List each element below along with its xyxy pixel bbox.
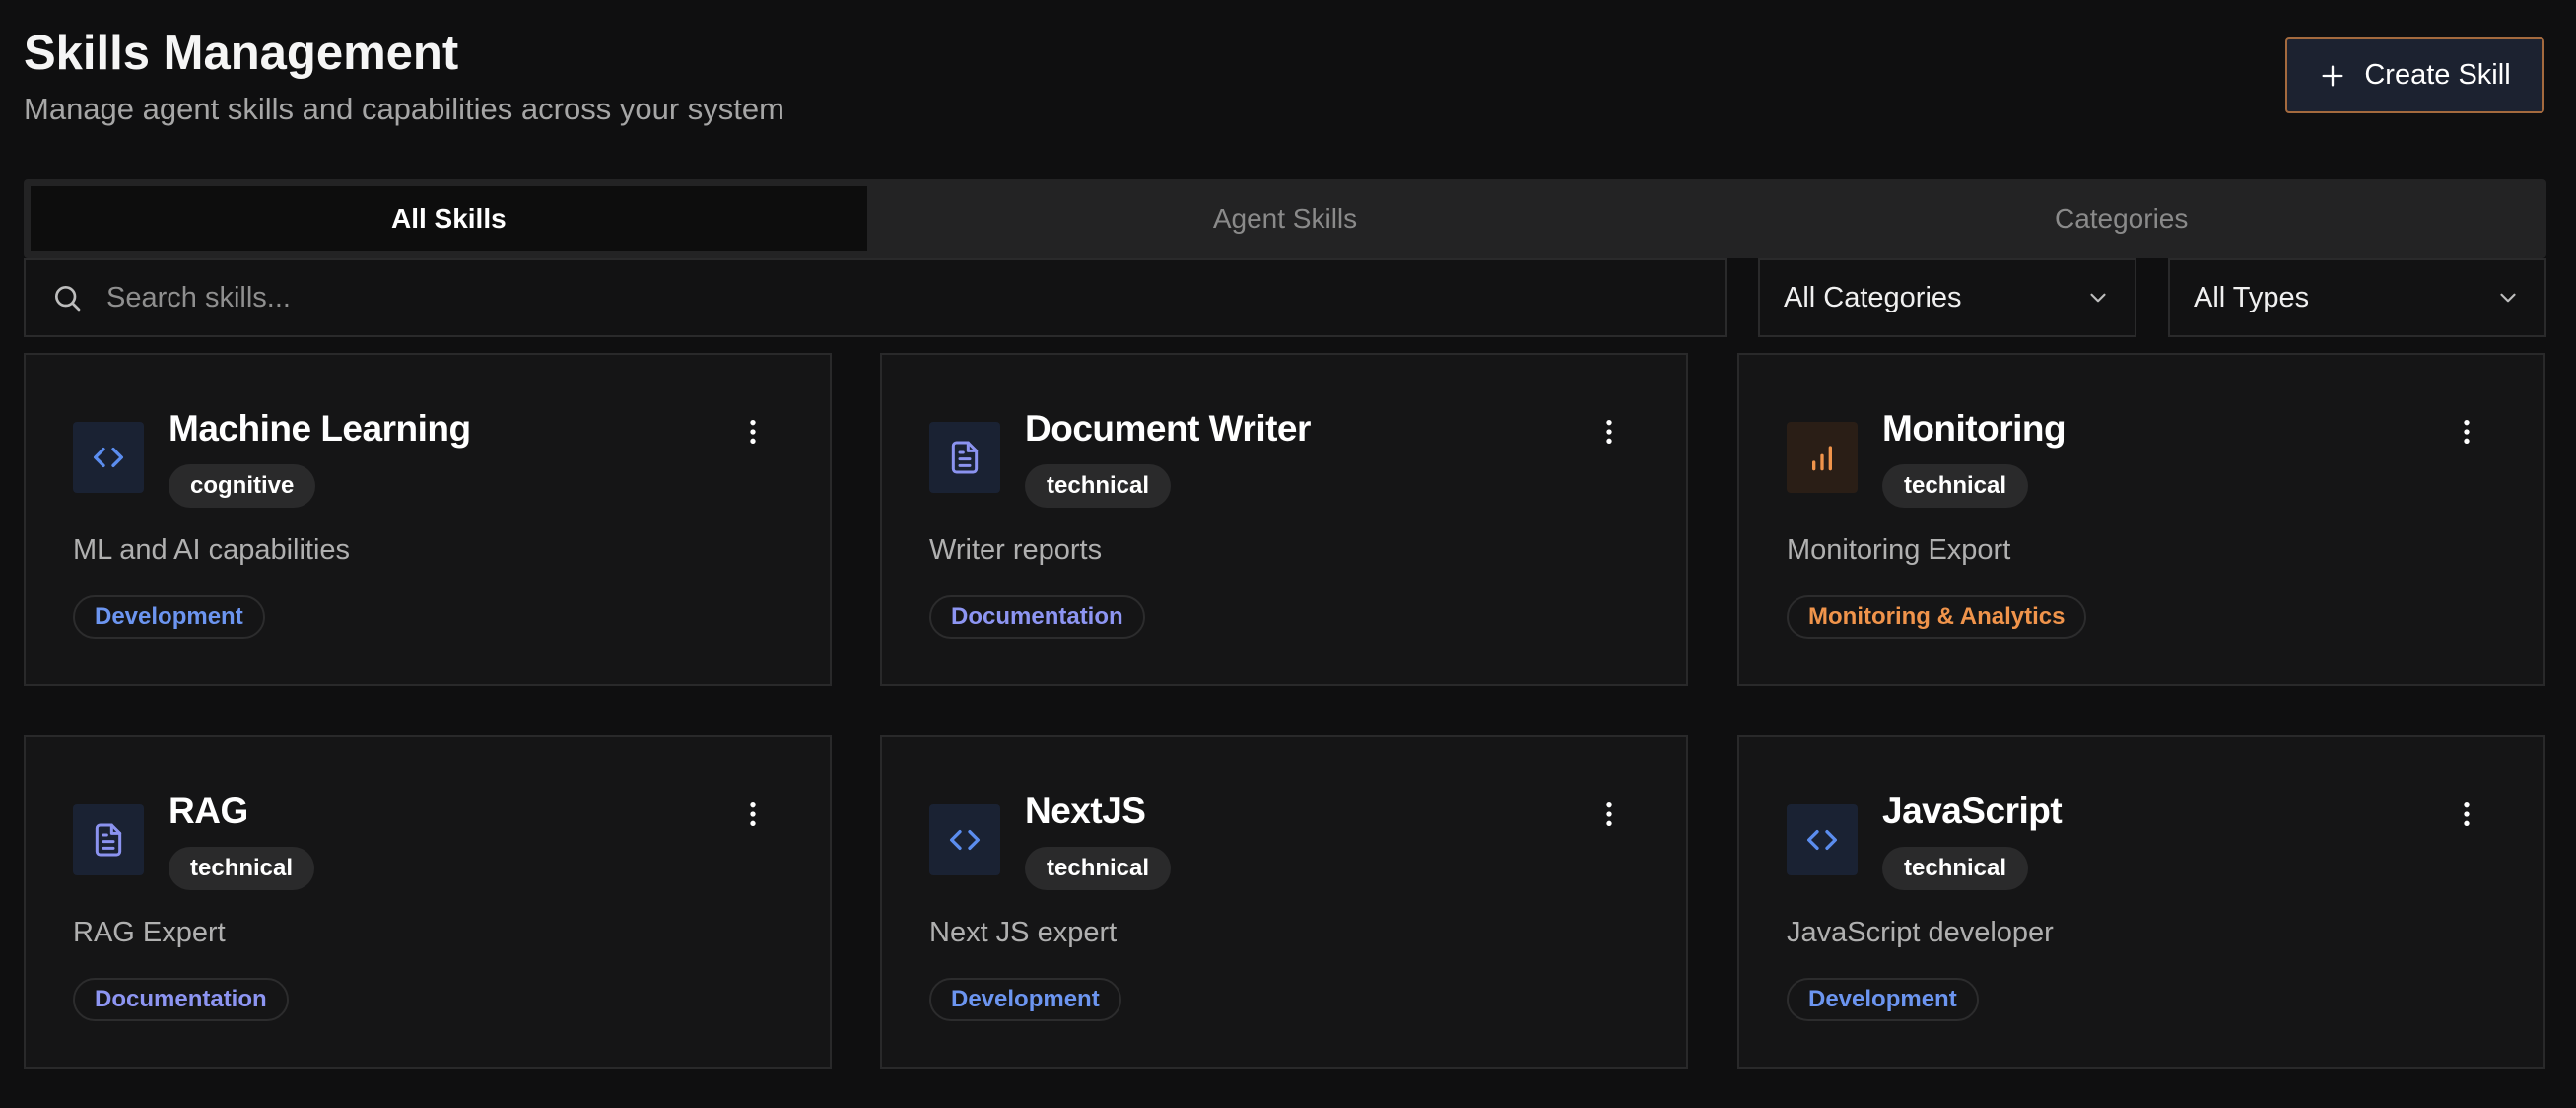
document-icon — [951, 441, 979, 474]
skill-category-badge: Monitoring & Analytics — [1787, 595, 2087, 639]
more-vertical-icon — [750, 420, 756, 444]
page-title: Skills Management — [24, 27, 459, 80]
skill-category-badge: Development — [73, 595, 265, 639]
skill-type-badge: technical — [169, 847, 315, 890]
create-skill-button[interactable]: Create Skill — [2285, 37, 2544, 113]
page-header: Skills Management Manage agent skills an… — [24, 24, 784, 130]
create-skill-label: Create Skill — [2364, 59, 2511, 91]
chevron-down-icon — [2090, 293, 2106, 303]
skill-icon-tile — [73, 422, 144, 493]
tab-agent-skills[interactable]: Agent Skills — [867, 186, 1704, 251]
skill-icon-tile — [929, 804, 1000, 875]
search-icon — [55, 286, 81, 312]
skill-icon-tile — [1787, 422, 1858, 493]
skill-type-badge: technical — [1025, 847, 1172, 890]
search-input[interactable] — [104, 280, 1587, 315]
more-options-button[interactable] — [1590, 412, 1629, 451]
more-options-button[interactable] — [2447, 795, 2486, 834]
skill-type-badge: technical — [1025, 464, 1172, 508]
skill-name: Machine Learning — [169, 408, 471, 449]
more-vertical-icon — [2464, 420, 2470, 444]
category-filter-select[interactable]: All Categories — [1758, 258, 2136, 337]
skill-card[interactable]: Machine Learning cognitive ML and AI cap… — [24, 353, 832, 686]
code-icon — [94, 448, 124, 467]
skill-type-badge: cognitive — [169, 464, 316, 508]
page-subtitle: Manage agent skills and capabilities acr… — [24, 92, 784, 126]
document-icon — [95, 823, 122, 857]
skill-description: ML and AI capabilities — [73, 534, 351, 566]
more-options-button[interactable] — [733, 412, 773, 451]
skill-description: RAG Expert — [73, 917, 226, 948]
skill-name: JavaScript — [1882, 791, 2063, 831]
skill-icon-tile — [929, 422, 1000, 493]
skill-icon-tile — [1787, 804, 1858, 875]
more-vertical-icon — [750, 802, 756, 826]
skill-card[interactable]: JavaScript technical JavaScript develope… — [1737, 735, 2545, 1069]
skill-name: Document Writer — [1025, 408, 1311, 449]
search-box — [24, 258, 1727, 337]
skill-name: Monitoring — [1882, 408, 2067, 449]
skill-type-badge: technical — [1882, 464, 2029, 508]
tab-all-skills[interactable]: All Skills — [31, 186, 867, 251]
code-icon — [1807, 830, 1837, 850]
more-vertical-icon — [2464, 802, 2470, 826]
skill-category-badge: Development — [1787, 978, 1979, 1021]
skill-card[interactable]: Monitoring technical Monitoring Export M… — [1737, 353, 2545, 686]
skill-name: NextJS — [1025, 791, 1146, 831]
plus-icon — [2322, 65, 2343, 87]
skill-card[interactable]: Document Writer technical Writer reports… — [880, 353, 1688, 686]
bar-chart-icon — [1812, 446, 1832, 471]
type-filter-select[interactable]: All Types — [2168, 258, 2546, 337]
skill-description: JavaScript developer — [1787, 917, 2054, 948]
more-options-button[interactable] — [1590, 795, 1629, 834]
skill-description: Monitoring Export — [1787, 534, 2011, 566]
type-filter-value: All Types — [2194, 281, 2310, 313]
skill-category-badge: Documentation — [73, 978, 289, 1021]
skill-category-badge: Development — [929, 978, 1121, 1021]
tab-bar: All Skills Agent Skills Categories — [24, 179, 2546, 258]
skill-name: RAG — [169, 791, 248, 831]
more-vertical-icon — [1606, 802, 1612, 826]
skill-type-badge: technical — [1882, 847, 2029, 890]
more-vertical-icon — [1606, 420, 1612, 444]
category-filter-value: All Categories — [1784, 281, 1962, 313]
chevron-down-icon — [2500, 293, 2516, 303]
skill-card[interactable]: RAG technical RAG Expert Documentation — [24, 735, 832, 1069]
skills-management-page: Skills Management Manage agent skills an… — [0, 0, 2576, 1108]
skill-category-badge: Documentation — [929, 595, 1145, 639]
skill-icon-tile — [73, 804, 144, 875]
skill-description: Next JS expert — [929, 917, 1118, 948]
more-options-button[interactable] — [2447, 412, 2486, 451]
more-options-button[interactable] — [733, 795, 773, 834]
code-icon — [950, 830, 980, 850]
tab-categories[interactable]: Categories — [1703, 186, 2540, 251]
skill-card[interactable]: NextJS technical Next JS expert Developm… — [880, 735, 1688, 1069]
skill-description: Writer reports — [929, 534, 1103, 566]
